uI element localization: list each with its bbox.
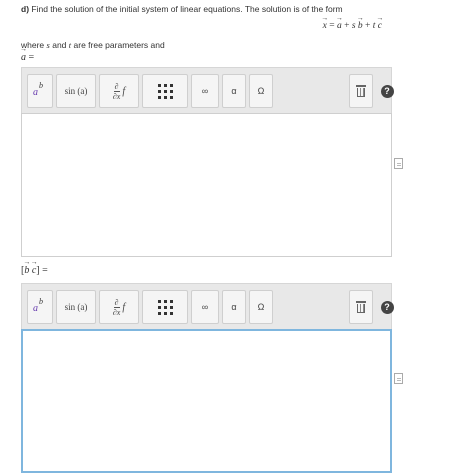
infinity-icon: ∞	[201, 86, 209, 96]
editor-toolbar: a b sin (a) ∂ ∂x f ∞ α Ω ?	[21, 67, 394, 113]
superscript-button[interactable]: a b	[27, 74, 53, 108]
derivative-icon: ∂ ∂x	[113, 298, 121, 317]
where-t: t	[68, 40, 72, 50]
greek-upper-button[interactable]: Ω	[249, 290, 273, 324]
infinity-icon: ∞	[201, 302, 209, 312]
derivative-den: ∂x	[112, 91, 121, 101]
derivative-icon: ∂ ∂x	[113, 82, 121, 101]
function-button[interactable]: sin (a)	[56, 290, 96, 324]
formula-c: c	[378, 21, 382, 31]
greek-lower-button[interactable]: α	[222, 290, 246, 324]
solution-form-formula: x = a + s b + t c	[323, 21, 382, 31]
matrix-button[interactable]	[142, 290, 188, 324]
label-eq: =	[28, 52, 35, 63]
label-bracket-close: ]	[36, 265, 40, 276]
superscript-icon: a b	[33, 297, 47, 314]
help-icon: ?	[380, 84, 394, 98]
matrix-icon	[157, 83, 173, 99]
derivative-den: ∂x	[112, 307, 121, 317]
superscript-button[interactable]: a b	[27, 290, 53, 324]
infinity-button[interactable]: ∞	[191, 290, 219, 324]
formula-plus: +	[365, 21, 371, 31]
where-and: and	[52, 40, 67, 50]
answer-input-bc[interactable]	[21, 329, 392, 473]
where-suffix: are free parameters and	[73, 40, 165, 50]
formula-s: s	[351, 21, 356, 31]
derivative-button[interactable]: ∂ ∂x f	[99, 290, 139, 324]
trash-icon	[356, 85, 366, 97]
where-s: s	[46, 40, 50, 50]
clear-button[interactable]	[349, 290, 373, 324]
formula-eq: =	[329, 21, 335, 31]
trash-icon	[356, 301, 366, 313]
formula-plus: +	[344, 21, 350, 31]
alpha-icon: α	[231, 302, 237, 312]
infinity-button[interactable]: ∞	[191, 74, 219, 108]
editor-toolbar: a b sin (a) ∂ ∂x f ∞ α Ω ?	[21, 283, 394, 329]
math-editor-bc: a b sin (a) ∂ ∂x f ∞ α Ω ?	[21, 283, 394, 473]
derivative-num: ∂	[113, 297, 120, 308]
derivative-button[interactable]: ∂ ∂x f	[99, 74, 139, 108]
label-vector-b: b	[24, 265, 29, 276]
parameters-note: where s and t are free parameters and	[21, 40, 165, 50]
formula-x: x	[323, 21, 327, 31]
function-button[interactable]: sin (a)	[56, 74, 96, 108]
question-body: Find the solution of the initial system …	[31, 4, 343, 14]
derivative-num: ∂	[113, 81, 120, 92]
matrix-icon	[157, 299, 173, 315]
help-icon: ?	[380, 300, 394, 314]
field-bc-label: [b c] =	[21, 265, 48, 276]
document-icon[interactable]	[394, 158, 403, 169]
superscript-exp: b	[39, 297, 43, 306]
help-button[interactable]: ?	[375, 290, 399, 324]
derivative-f: f	[122, 301, 126, 313]
answer-input-a[interactable]	[21, 113, 392, 257]
function-label: sin (a)	[64, 86, 88, 96]
part-label: d)	[21, 4, 30, 14]
omega-icon: Ω	[257, 86, 265, 96]
superscript-base: a	[33, 303, 38, 314]
math-editor-a: a b sin (a) ∂ ∂x f ∞ α Ω ?	[21, 67, 394, 257]
matrix-button[interactable]	[142, 74, 188, 108]
formula-t: t	[372, 21, 376, 31]
omega-icon: Ω	[257, 302, 265, 312]
alpha-icon: α	[231, 86, 237, 96]
greek-upper-button[interactable]: Ω	[249, 74, 273, 108]
formula-a: a	[337, 21, 342, 31]
label-eq: =	[42, 265, 48, 276]
document-icon[interactable]	[394, 373, 403, 384]
label-vector-a: a	[21, 52, 26, 63]
label-vector-c: c	[32, 265, 36, 276]
question-text: d) Find the solution of the initial syst…	[21, 4, 343, 14]
function-label: sin (a)	[64, 302, 88, 312]
clear-button[interactable]	[349, 74, 373, 108]
field-a-label: a =	[21, 52, 34, 63]
formula-b: b	[358, 21, 363, 31]
superscript-icon: a b	[33, 81, 47, 98]
help-button[interactable]: ?	[375, 74, 399, 108]
greek-lower-button[interactable]: α	[222, 74, 246, 108]
derivative-f: f	[122, 85, 126, 97]
superscript-exp: b	[39, 81, 43, 90]
superscript-base: a	[33, 87, 38, 98]
